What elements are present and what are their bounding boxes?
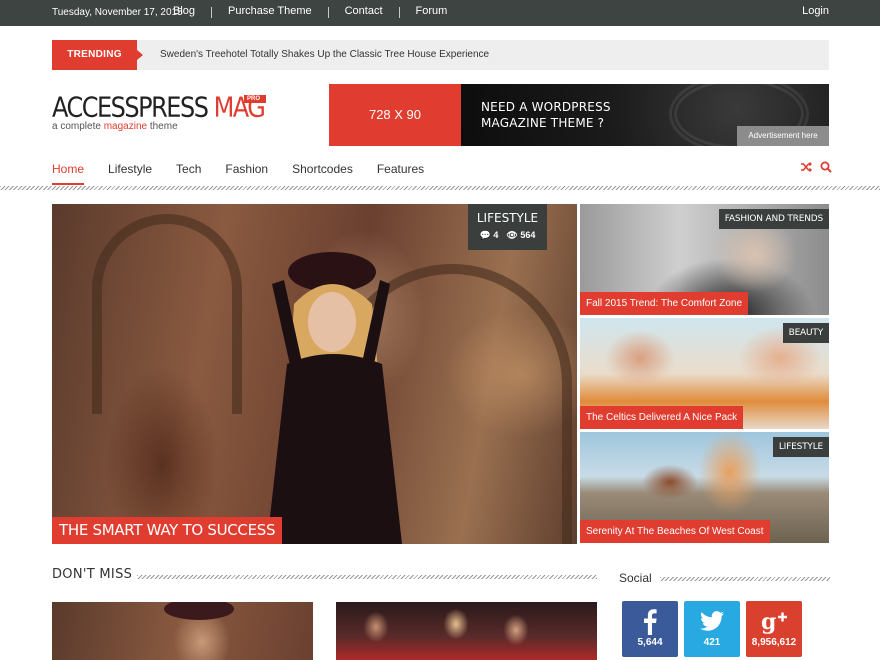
trending-headline[interactable]: Sweden's Treehotel Totally Shakes Up the… (160, 49, 489, 60)
ad-link[interactable]: Advertisement here (737, 126, 829, 146)
side-post-category[interactable]: LIFESTYLE (772, 437, 829, 457)
top-nav-forum[interactable]: Forum (416, 5, 448, 18)
top-nav: Blog Purchase Theme Contact Forum (173, 5, 447, 18)
google-plus-button[interactable]: g 8,956,612 (746, 601, 802, 657)
top-bar: Tuesday, November 17, 2015 Blog Purchase… (0, 0, 880, 26)
ad-text-line-2: MAGAZINE THEME ? (481, 116, 605, 130)
divider (398, 7, 400, 18)
pro-badge: PRO (244, 95, 271, 103)
svg-text:g: g (761, 609, 776, 635)
nav-fashion[interactable]: Fashion (225, 162, 268, 176)
divider (211, 7, 213, 18)
featured-post[interactable]: LIFESTYLE 💬 4 👁 564 THE SMART WAY TO SUC… (52, 204, 577, 544)
nav-features[interactable]: Features (377, 162, 424, 176)
dont-miss-heading: DON'T MISS (52, 567, 133, 582)
side-post-title[interactable]: Serenity At The Beaches Of West Coast (580, 520, 770, 543)
views-value: 564 (520, 230, 536, 240)
tagline-accent: magazine (103, 121, 148, 132)
section-divider (660, 577, 830, 581)
login-link[interactable]: Login (802, 5, 829, 17)
search-icon[interactable] (820, 161, 832, 173)
side-post[interactable]: FASHION AND TRENDS Fall 2015 Trend: The … (580, 204, 829, 315)
logo-name: ACCESSPRESS (52, 91, 209, 124)
top-nav-blog[interactable]: Blog (173, 5, 195, 18)
trending-label: TRENDING (52, 40, 143, 70)
social-heading: Social (619, 571, 652, 585)
twitter-button[interactable]: 421 (684, 601, 740, 657)
trending-bar: TRENDING Sweden's Treehotel Totally Shak… (52, 40, 829, 70)
dont-miss-thumbnail[interactable] (52, 602, 313, 660)
twitter-icon (684, 607, 740, 635)
views-count: 👁 564 (506, 230, 535, 241)
logo-text: ACCESSPRESS MAG (52, 91, 266, 124)
tagline-suffix: theme (149, 121, 178, 132)
side-post-title[interactable]: Fall 2015 Trend: The Comfort Zone (580, 292, 749, 315)
facebook-button[interactable]: 5,644 (622, 601, 678, 657)
shuffle-icon[interactable] (800, 161, 812, 173)
site-tagline: a complete magazine theme (52, 121, 178, 132)
comments-count: 💬 4 (480, 230, 499, 241)
featured-category: LIFESTYLE (476, 211, 539, 225)
nav-icons (800, 161, 832, 173)
facebook-count: 5,644 (637, 637, 663, 648)
top-nav-purchase-theme[interactable]: Purchase Theme (228, 5, 312, 18)
header-advertisement[interactable]: 728 X 90 NEED A WORDPRESS MAGAZINE THEME… (329, 84, 829, 146)
side-post[interactable]: BEAUTY The Celtics Delivered A Nice Pack (580, 318, 829, 429)
featured-category-badge[interactable]: LIFESTYLE 💬 4 👁 564 (468, 204, 547, 250)
twitter-count: 421 (703, 637, 721, 648)
side-post-category[interactable]: BEAUTY (782, 323, 829, 343)
ad-size-label: 728 X 90 (329, 84, 461, 146)
comment-icon: 💬 (479, 230, 491, 240)
ad-text-line-1: NEED A WORDPRESS (481, 100, 611, 114)
featured-image (267, 252, 402, 544)
post-stats: 💬 4 👁 564 (468, 230, 547, 241)
window-decoration (92, 214, 242, 414)
tagline-prefix: a complete (52, 121, 101, 132)
section-divider (137, 575, 597, 579)
divider (327, 7, 329, 18)
side-post-category[interactable]: FASHION AND TRENDS (718, 209, 829, 229)
top-nav-contact[interactable]: Contact (345, 5, 383, 18)
current-date: Tuesday, November 17, 2015 (52, 7, 183, 18)
nav-home[interactable]: Home (52, 162, 85, 185)
eye-icon: 👁 (506, 230, 518, 240)
dont-miss-thumbnail[interactable] (336, 602, 597, 660)
featured-title[interactable]: THE SMART WAY TO SUCCESS (52, 517, 283, 544)
nav-divider (0, 186, 880, 190)
facebook-icon (622, 607, 678, 635)
google-plus-count: 8,956,612 (751, 637, 797, 648)
comments-value: 4 (493, 230, 499, 240)
nav-lifestyle[interactable]: Lifestyle (108, 162, 152, 176)
site-logo[interactable]: ACCESSPRESS MAG PRO a complete magazine … (52, 91, 271, 132)
thumbnail-detail (164, 602, 234, 620)
google-plus-icon: g (746, 607, 802, 635)
side-post-title[interactable]: The Celtics Delivered A Nice Pack (580, 406, 744, 429)
nav-tech[interactable]: Tech (176, 162, 201, 176)
side-post[interactable]: LIFESTYLE Serenity At The Beaches Of Wes… (580, 432, 829, 543)
main-nav: Home Lifestyle Tech Fashion Shortcodes F… (52, 162, 448, 185)
nav-shortcodes[interactable]: Shortcodes (292, 162, 353, 176)
